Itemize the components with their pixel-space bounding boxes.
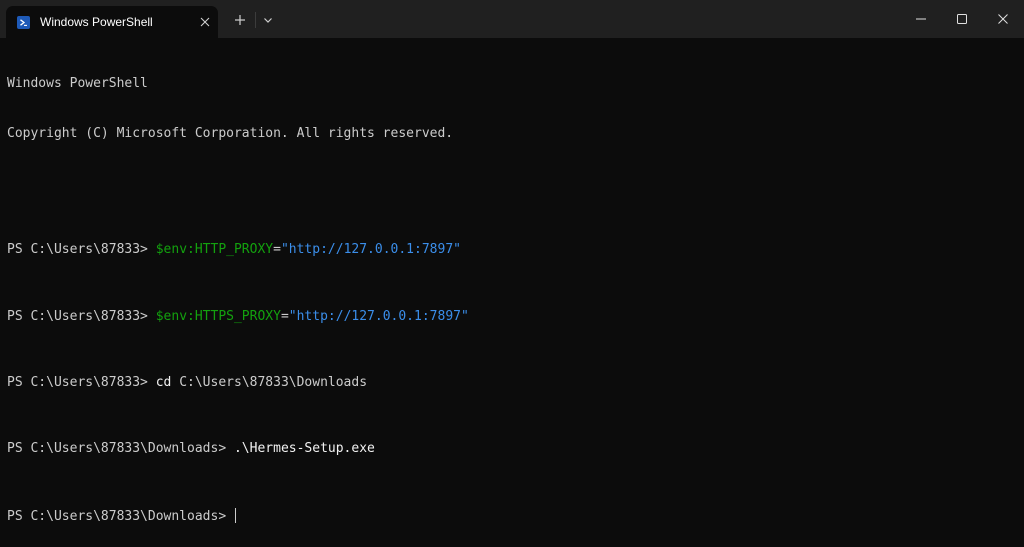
- minimize-button[interactable]: [898, 0, 944, 38]
- minimize-icon: [916, 18, 926, 20]
- command-line: PS C:\Users\87833> $env:HTTPS_PROXY="htt…: [7, 309, 1017, 326]
- powershell-icon: [17, 16, 30, 29]
- prompt: PS C:\Users\87833\Downloads>: [7, 441, 234, 457]
- prompt: PS C:\Users\87833>: [7, 374, 156, 390]
- command: cd: [155, 374, 172, 390]
- env-variable: $env:HTTPS_PROXY: [155, 308, 281, 324]
- tab-windows-powershell[interactable]: Windows PowerShell: [6, 6, 218, 38]
- title-bar[interactable]: Windows PowerShell: [0, 0, 1024, 38]
- command-line: PS C:\Users\87833> cd C:\Users\87833\Dow…: [7, 375, 1017, 392]
- close-window-button[interactable]: [980, 0, 1024, 38]
- terminal-output[interactable]: Windows PowerShell Copyright (C) Microso…: [7, 43, 1017, 543]
- tab-close-button[interactable]: [197, 14, 213, 30]
- prompt: PS C:\Users\87833\Downloads>: [7, 508, 234, 524]
- string-value: "http://127.0.0.1:7897": [280, 242, 461, 258]
- tab-title: Windows PowerShell: [40, 15, 153, 29]
- current-prompt-line[interactable]: PS C:\Users\87833\Downloads>: [7, 507, 1017, 525]
- profile-dropdown-button[interactable]: [259, 9, 277, 31]
- string-value: "http://127.0.0.1:7897": [288, 308, 469, 324]
- env-variable: $env:HTTP_PROXY: [155, 242, 274, 258]
- maximize-button[interactable]: [939, 0, 985, 38]
- operator: =: [273, 242, 281, 258]
- close-icon: [998, 14, 1008, 24]
- copyright-line: Copyright (C) Microsoft Corporation. All…: [7, 125, 454, 141]
- text-cursor: [234, 507, 236, 523]
- banner-line: Windows PowerShell: [7, 76, 148, 92]
- command-argument: C:\Users\87833\Downloads: [171, 374, 368, 390]
- tab-separator: [255, 12, 256, 28]
- command-line: PS C:\Users\87833\Downloads> .\Hermes-Se…: [7, 441, 1017, 458]
- chevron-down-icon: [264, 18, 272, 23]
- command-line: PS C:\Users\87833> $env:HTTP_PROXY="http…: [7, 242, 1017, 259]
- maximize-icon: [957, 14, 967, 24]
- close-icon: [200, 17, 210, 27]
- prompt: PS C:\Users\87833>: [7, 242, 156, 258]
- new-tab-button[interactable]: [229, 9, 251, 31]
- operator: =: [280, 308, 289, 324]
- plus-icon: [235, 15, 245, 25]
- command: .\Hermes-Setup.exe: [233, 441, 375, 457]
- prompt: PS C:\Users\87833>: [7, 308, 156, 324]
- terminal-window: Windows PowerShell Windows PowerShell Co…: [0, 0, 1024, 547]
